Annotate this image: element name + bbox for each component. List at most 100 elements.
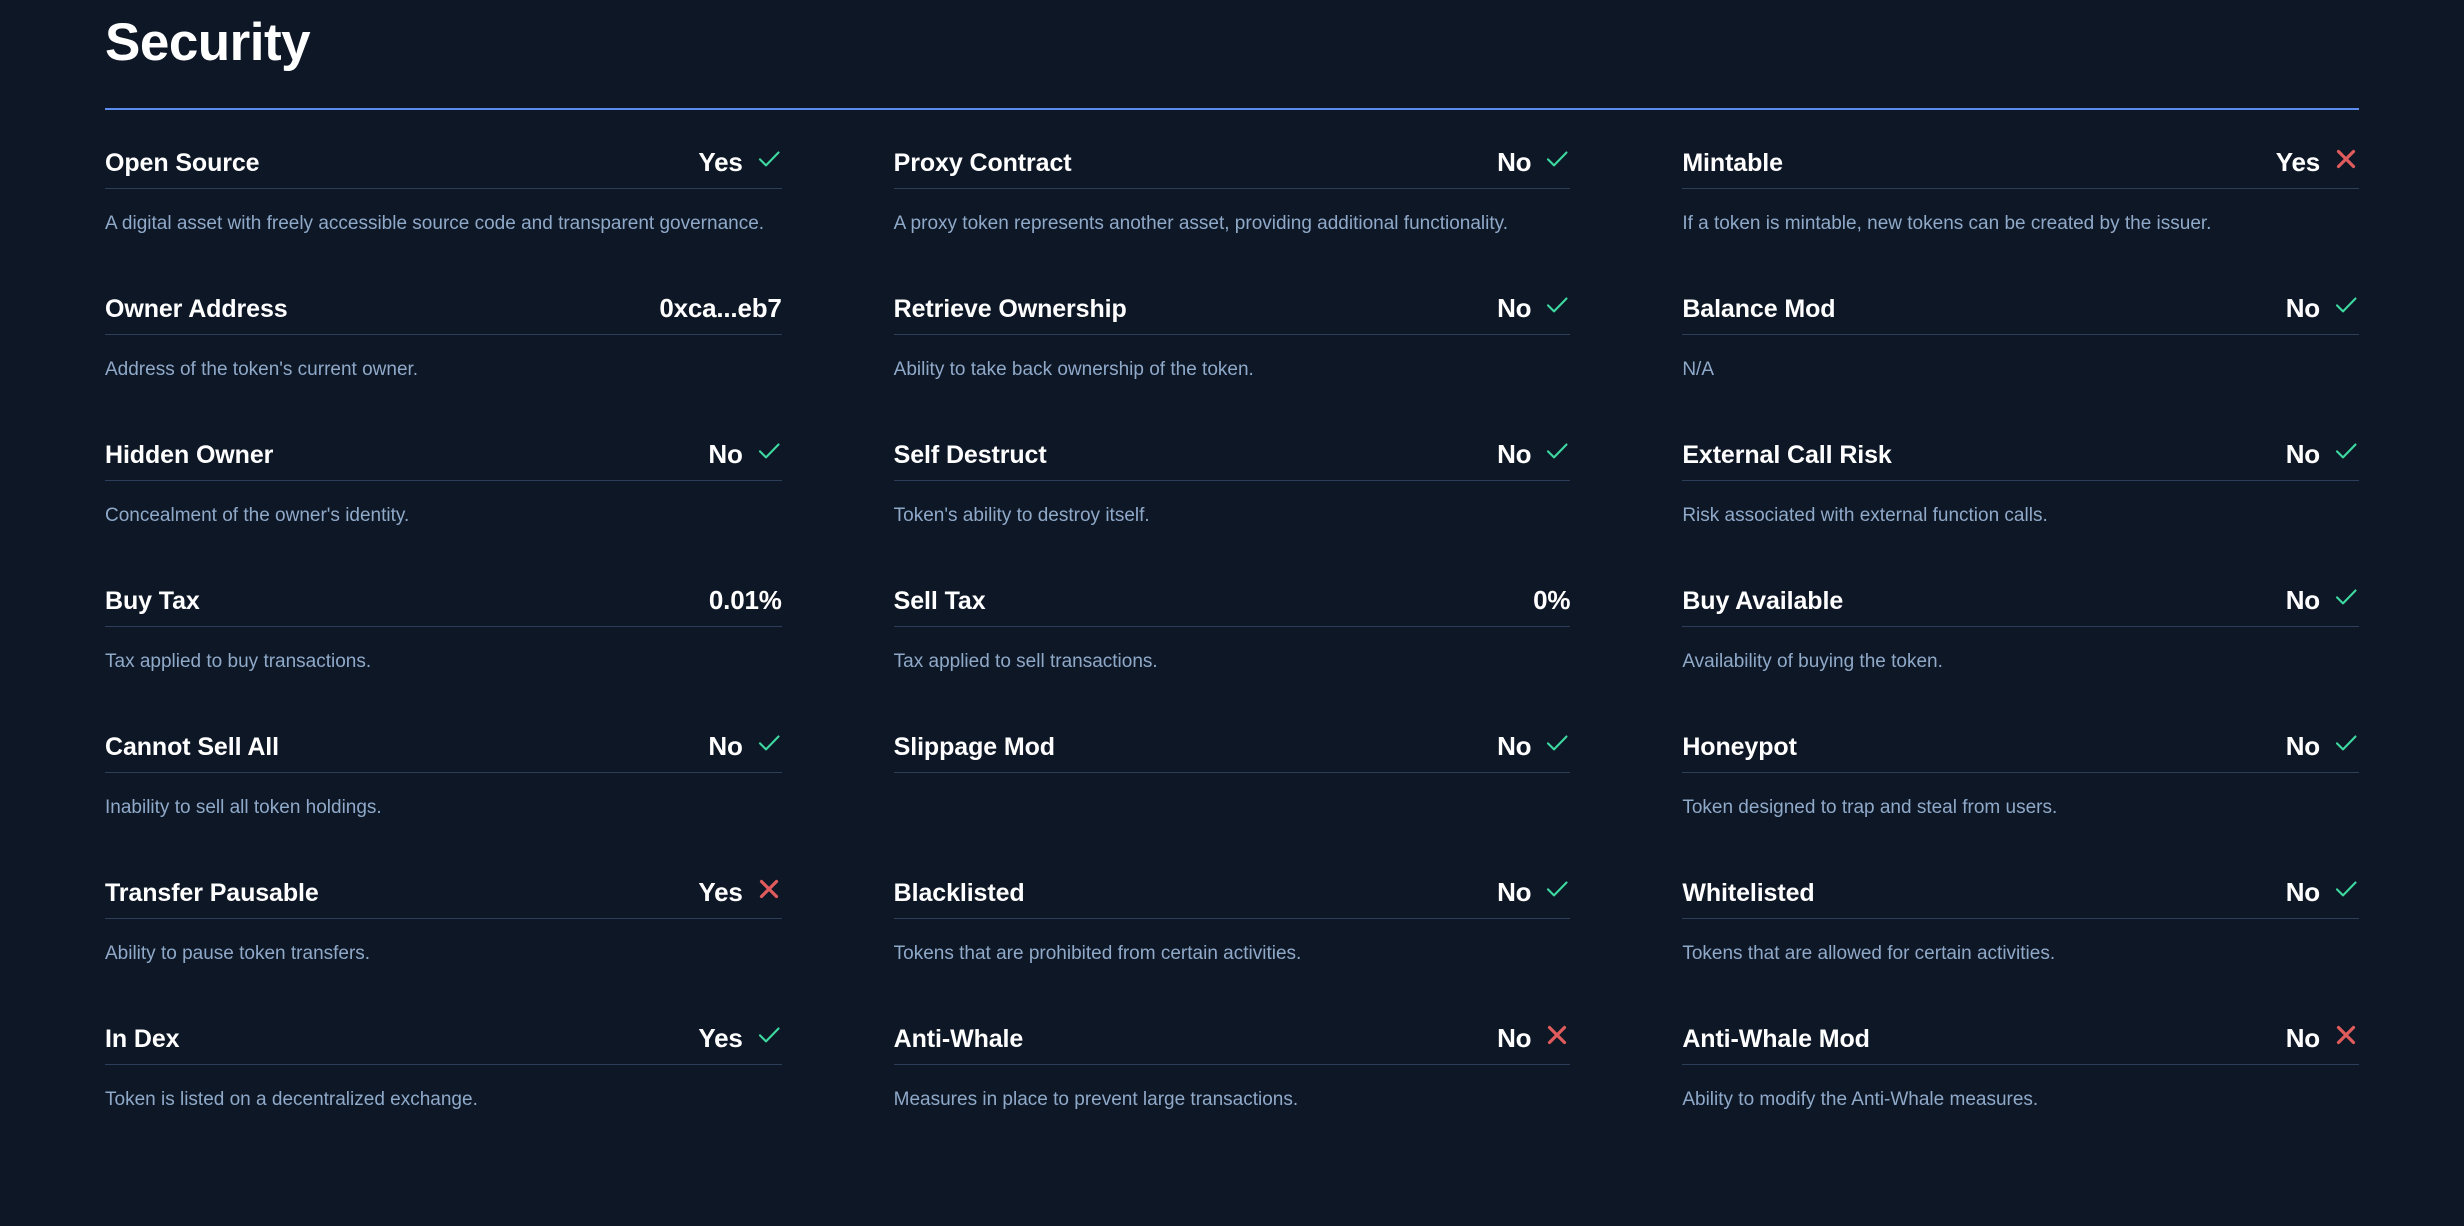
attribute-header-row: Buy Tax 0.01% (105, 579, 782, 623)
attribute-header-row: Slippage Mod No (894, 725, 1571, 769)
attribute-divider (893, 918, 1571, 920)
attribute-divider (893, 626, 1571, 628)
check-icon (756, 1022, 782, 1048)
check-icon (756, 730, 782, 756)
security-attribute-card[interactable]: Self Destruct No Token's ability to destro… (893, 433, 1571, 579)
attribute-value: Yes (2275, 147, 2320, 178)
security-attribute-card[interactable]: In Dex Yes Token is listed on a decentrali… (105, 1017, 782, 1163)
attribute-label: Transfer Pausable (105, 879, 319, 908)
attribute-label: Mintable (1682, 149, 1783, 178)
attribute-label: Retrieve Ownership (893, 295, 1127, 324)
security-attribute-card[interactable]: Cannot Sell All No Inability to sell all t… (105, 725, 782, 871)
security-attribute-card[interactable]: Transfer Pausable Yes Ability to pause tok… (105, 871, 782, 1017)
attribute-value: 0xca...eb7 (659, 293, 782, 324)
attribute-label: Blacklisted (893, 879, 1025, 908)
attribute-divider (1682, 188, 2359, 190)
attribute-value-group: No (1497, 293, 1570, 324)
attribute-header-row: Buy Available No (1682, 579, 2359, 623)
security-attribute-card[interactable]: Buy Available No Availability of buying th… (1682, 579, 2359, 725)
attribute-divider (1682, 480, 2359, 482)
check-icon (2333, 876, 2359, 902)
attribute-value: No (1497, 439, 1532, 470)
attribute-value: No (2285, 877, 2320, 908)
security-attribute-card[interactable]: Blacklisted No Tokens that are prohibited … (893, 871, 1571, 1017)
attribute-value-group: No (1497, 877, 1570, 908)
attribute-divider (1682, 772, 2359, 774)
attribute-divider (105, 772, 782, 774)
security-attribute-card[interactable]: Balance Mod No N/A (1682, 287, 2359, 433)
attribute-value: 0.01% (708, 585, 782, 616)
attribute-description: Concealment of the owner's identity. (105, 505, 410, 527)
attribute-header-row: Owner Address 0xca...eb7 (105, 287, 782, 331)
security-column-2: Proxy Contract No A proxy token represents… (893, 141, 1571, 1163)
attribute-value-group: No (2286, 1023, 2359, 1054)
attribute-value-group: No (2286, 731, 2359, 762)
attribute-description: Tokens that are prohibited from certain … (893, 943, 1302, 965)
attribute-divider (105, 334, 782, 336)
security-attribute-card[interactable]: Open Source Yes A digital asset with freel… (105, 141, 782, 287)
cross-icon (2333, 1022, 2359, 1048)
page-title: Security (105, 13, 311, 72)
security-attribute-card[interactable]: Proxy Contract No A proxy token represents… (893, 141, 1571, 287)
attribute-label: Honeypot (1682, 733, 1797, 762)
security-attribute-card[interactable]: Buy Tax 0.01% Tax applied to buy transacti… (105, 579, 782, 725)
attribute-header-row: External Call Risk No (1682, 433, 2359, 477)
attribute-label: Proxy Contract (893, 149, 1072, 178)
attribute-divider (893, 480, 1571, 482)
attribute-value-group: No (708, 439, 781, 470)
attribute-description: Risk associated with external function c… (1682, 505, 2048, 527)
security-attribute-card[interactable]: Sell Tax 0% Tax applied to sell transactio… (893, 579, 1571, 725)
attribute-value-group: No (708, 731, 781, 762)
attribute-value-group: No (1497, 1023, 1570, 1054)
attribute-description: Inability to sell all token holdings. (105, 797, 382, 819)
attribute-divider (105, 188, 782, 190)
attribute-label: Whitelisted (1682, 879, 1815, 908)
attribute-value-group: 0xca...eb7 (659, 293, 782, 324)
security-attribute-card[interactable]: Anti-Whale Mod No Ability to modify the An… (1682, 1017, 2359, 1163)
attribute-value-group: 0% (1533, 585, 1570, 616)
attribute-label: Open Source (105, 149, 260, 178)
attribute-label: In Dex (105, 1025, 180, 1054)
attribute-divider (1682, 626, 2359, 628)
attribute-label: External Call Risk (1682, 441, 1892, 470)
attribute-description: Ability to take back ownership of the to… (893, 359, 1254, 381)
security-attribute-card[interactable]: Slippage Mod No (893, 725, 1571, 871)
attribute-value: No (708, 439, 743, 470)
security-attribute-card[interactable]: Whitelisted No Tokens that are allowed for… (1682, 871, 2359, 1017)
attribute-label: Balance Mod (1682, 295, 1836, 324)
attribute-header-row: Retrieve Ownership No (894, 287, 1571, 331)
attribute-label: Anti-Whale (893, 1025, 1024, 1054)
check-icon (2333, 730, 2359, 756)
attribute-value-group: No (2286, 877, 2359, 908)
attribute-description: Ability to pause token transfers. (105, 943, 371, 965)
attribute-description: Tax applied to sell transactions. (893, 651, 1158, 673)
security-attribute-card[interactable]: External Call Risk No Risk associated with… (1682, 433, 2359, 579)
attribute-value: No (2285, 293, 2320, 324)
security-attribute-card[interactable]: Honeypot No Token designed to trap and ste… (1682, 725, 2359, 871)
attribute-value: No (1497, 731, 1532, 762)
attribute-divider (893, 334, 1571, 336)
attribute-header-row: Blacklisted No (894, 871, 1571, 915)
security-attribute-card[interactable]: Owner Address 0xca...eb7 Address of the to… (105, 287, 782, 433)
cross-icon (1544, 1022, 1570, 1048)
attribute-header-row: Proxy Contract No (894, 141, 1571, 185)
attribute-header-row: In Dex Yes (105, 1017, 782, 1061)
security-attribute-card[interactable]: Mintable Yes If a token is mintable, new t… (1682, 141, 2359, 287)
security-attribute-card[interactable]: Hidden Owner No Concealment of the owner's… (105, 433, 782, 579)
attribute-value: No (1497, 877, 1532, 908)
attribute-value-group: No (2286, 293, 2359, 324)
attribute-value: No (1497, 1023, 1532, 1054)
attribute-value-group: No (1497, 147, 1570, 178)
attribute-description: Token's ability to destroy itself. (893, 505, 1150, 527)
attribute-value: No (2285, 731, 2320, 762)
attribute-value-group: No (1497, 439, 1570, 470)
attribute-header-row: Transfer Pausable Yes (105, 871, 782, 915)
security-attribute-card[interactable]: Anti-Whale No Measures in place to prevent… (893, 1017, 1571, 1163)
attribute-description: If a token is mintable, new tokens can b… (1682, 213, 2212, 235)
attribute-description: N/A (1682, 359, 1715, 381)
attribute-header-row: Sell Tax 0% (894, 579, 1571, 623)
security-attribute-card[interactable]: Retrieve Ownership No Ability to take back… (893, 287, 1571, 433)
attribute-description: Tokens that are allowed for certain acti… (1682, 943, 2056, 965)
security-column-3: Mintable Yes If a token is mintable, new t… (1682, 141, 2359, 1163)
attribute-description: Availability of buying the token. (1682, 651, 1943, 673)
